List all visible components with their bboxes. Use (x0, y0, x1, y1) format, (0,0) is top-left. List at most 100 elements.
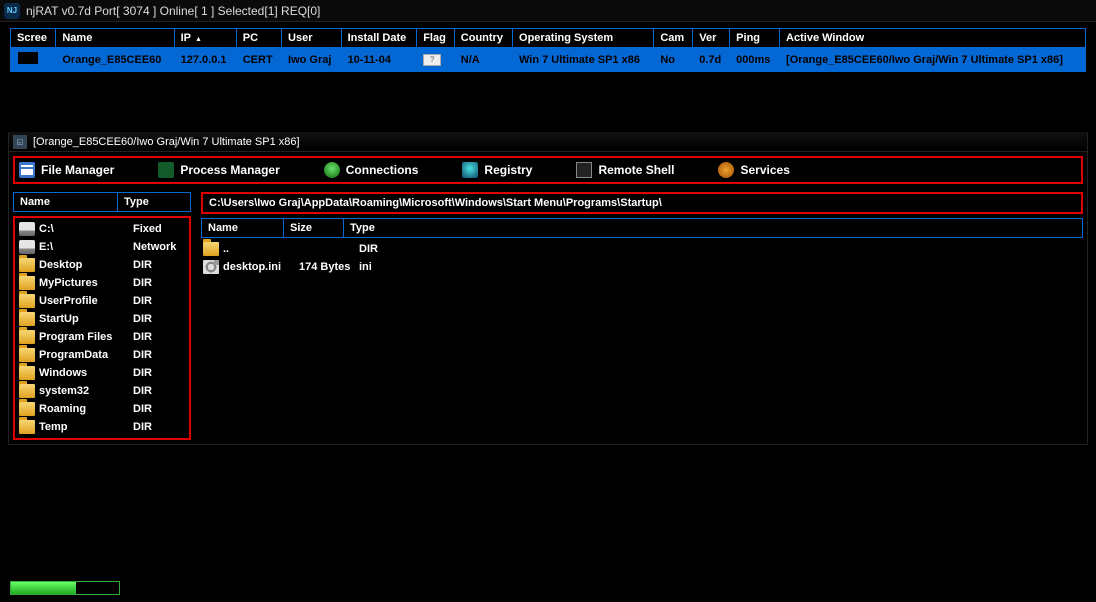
col-screen[interactable]: Scree (11, 29, 56, 48)
tab-remote-shell-label: Remote Shell (598, 163, 674, 177)
connections-icon (324, 162, 340, 178)
col-ip[interactable]: IP▲ (174, 29, 236, 48)
cell-cam: No (654, 48, 693, 72)
app-title: njRAT v0.7d Port[ 3074 ] Online[ 1 ] Sel… (26, 4, 320, 18)
left-item-name: Roaming (39, 403, 133, 415)
col-cam[interactable]: Cam (654, 29, 693, 48)
right-item[interactable]: ..DIR (201, 240, 1083, 258)
left-item[interactable]: MyPicturesDIR (17, 274, 187, 292)
tab-remote-shell[interactable]: Remote Shell (576, 162, 674, 178)
col-install-date[interactable]: Install Date (341, 29, 417, 48)
right-list: ..DIRdesktop.ini174 Bytesini (201, 238, 1083, 276)
right-col-size[interactable]: Size (284, 219, 344, 237)
app-icon: NJ (4, 3, 20, 19)
status-bar (10, 580, 120, 596)
right-item-name: desktop.ini (223, 261, 299, 273)
col-ping[interactable]: Ping (730, 29, 780, 48)
window-icon: ◱ (13, 135, 27, 149)
left-item-name: ProgramData (39, 349, 133, 361)
cell-flag: ? (417, 48, 455, 72)
left-item-type: DIR (133, 421, 152, 433)
folder-icon (19, 312, 35, 326)
left-item-type: DIR (133, 295, 152, 307)
col-active-window[interactable]: Active Window (780, 29, 1086, 48)
cell-country: N/A (454, 48, 512, 72)
right-col-type[interactable]: Type (344, 219, 1082, 237)
tab-registry[interactable]: Registry (462, 162, 532, 178)
left-item[interactable]: RoamingDIR (17, 400, 187, 418)
col-os[interactable]: Operating System (513, 29, 654, 48)
folder-icon (19, 330, 35, 344)
left-item-type: Network (133, 241, 176, 253)
child-title: [Orange_E85CEE60/Iwo Graj/Win 7 Ultimate… (33, 136, 300, 148)
col-flag[interactable]: Flag (417, 29, 455, 48)
tab-file-manager-label: File Manager (41, 163, 114, 177)
right-col-name[interactable]: Name (202, 219, 284, 237)
cell-user: Iwo Graj (282, 48, 342, 72)
folder-icon (19, 384, 35, 398)
folder-icon (19, 258, 35, 272)
tab-process-manager[interactable]: Process Manager (158, 162, 279, 178)
left-item-name: C:\ (39, 223, 133, 235)
left-col-type[interactable]: Type (118, 193, 190, 211)
file-manager-icon (19, 162, 35, 178)
tab-connections[interactable]: Connections (324, 162, 419, 178)
tab-services[interactable]: Services (718, 162, 789, 178)
folder-icon (203, 242, 219, 256)
folder-icon (19, 420, 35, 434)
col-ver[interactable]: Ver (693, 29, 730, 48)
file-icon (203, 260, 219, 274)
left-item-name: MyPictures (39, 277, 133, 289)
left-item[interactable]: Program FilesDIR (17, 328, 187, 346)
process-manager-icon (158, 162, 174, 178)
col-pc[interactable]: PC (236, 29, 281, 48)
left-item-name: Desktop (39, 259, 133, 271)
cell-ping: 000ms (730, 48, 780, 72)
cell-active-window: [Orange_E85CEE60/Iwo Graj/Win 7 Ultimate… (780, 48, 1086, 72)
flag-unknown-icon: ? (423, 54, 441, 66)
cell-ip: 127.0.0.1 (174, 48, 236, 72)
col-country[interactable]: Country (454, 29, 512, 48)
progress-fill (11, 582, 76, 594)
left-item[interactable]: StartUpDIR (17, 310, 187, 328)
cell-os: Win 7 Ultimate SP1 x86 (513, 48, 654, 72)
sort-arrow-icon: ▲ (195, 36, 202, 43)
left-item[interactable]: UserProfileDIR (17, 292, 187, 310)
left-item[interactable]: C:\Fixed (17, 220, 187, 238)
col-user[interactable]: User (282, 29, 342, 48)
fm-toolbar: File Manager Process Manager Connections… (13, 156, 1083, 184)
cell-ver: 0.7d (693, 48, 730, 72)
connection-row[interactable]: Orange_E85CEE60 127.0.0.1 CERT Iwo Graj … (11, 48, 1086, 72)
child-titlebar[interactable]: ◱ [Orange_E85CEE60/Iwo Graj/Win 7 Ultima… (9, 132, 1087, 152)
screen-thumb-icon (17, 51, 39, 65)
right-item[interactable]: desktop.ini174 Bytesini (201, 258, 1083, 276)
connections-table: Scree Name IP▲ PC User Install Date Flag… (10, 28, 1086, 72)
right-header: Name Size Type (201, 218, 1083, 238)
folder-icon (19, 366, 35, 380)
path-bar[interactable]: C:\Users\Iwo Graj\AppData\Roaming\Micros… (201, 192, 1083, 214)
main-titlebar: NJ njRAT v0.7d Port[ 3074 ] Online[ 1 ] … (0, 0, 1096, 22)
left-item[interactable]: DesktopDIR (17, 256, 187, 274)
drive-icon (19, 240, 35, 254)
left-item[interactable]: TempDIR (17, 418, 187, 436)
tab-services-label: Services (740, 163, 789, 177)
left-item[interactable]: ProgramDataDIR (17, 346, 187, 364)
left-col-name[interactable]: Name (14, 193, 118, 211)
left-item-type: DIR (133, 403, 152, 415)
left-item[interactable]: E:\Network (17, 238, 187, 256)
tab-file-manager[interactable]: File Manager (19, 162, 114, 178)
col-name[interactable]: Name (56, 29, 174, 48)
left-item-name: StartUp (39, 313, 133, 325)
left-item-type: DIR (133, 259, 152, 271)
left-item-type: DIR (133, 349, 152, 361)
fm-body: Name Type C:\FixedE:\NetworkDesktopDIRMy… (9, 188, 1087, 444)
left-item[interactable]: WindowsDIR (17, 364, 187, 382)
left-item-name: system32 (39, 385, 133, 397)
registry-icon (462, 162, 478, 178)
file-manager-window: ◱ [Orange_E85CEE60/Iwo Graj/Win 7 Ultima… (8, 132, 1088, 445)
left-item[interactable]: system32DIR (17, 382, 187, 400)
right-item-size: 174 Bytes (299, 261, 359, 273)
left-header: Name Type (13, 192, 191, 212)
cell-name: Orange_E85CEE60 (56, 48, 174, 72)
folder-icon (19, 276, 35, 290)
